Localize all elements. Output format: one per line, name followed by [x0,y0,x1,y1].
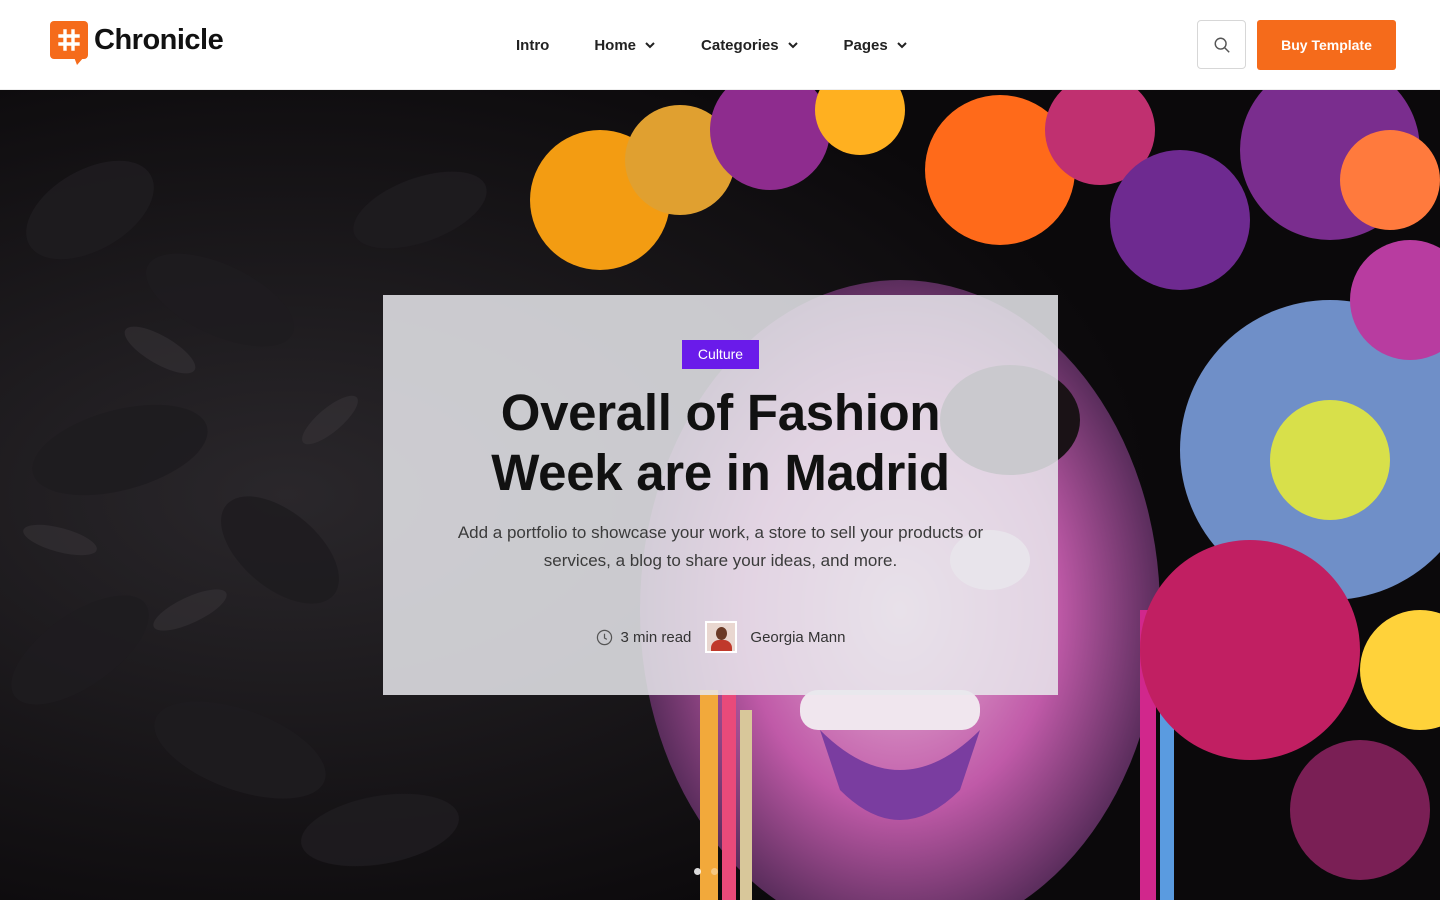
search-icon [1214,37,1230,53]
author-avatar [705,621,738,653]
brand-logo[interactable]: Chronicle [50,21,224,59]
main-nav: Intro Home Categories Pages [516,0,953,90]
slider-dot[interactable] [711,868,718,875]
nav-item-home[interactable]: Home [594,37,656,54]
featured-post-card: Culture Overall of Fashion Week are in M… [383,295,1058,695]
chevron-down-icon [897,42,907,49]
site-header: Chronicle Intro Home Categories Pages Bu… [0,0,1440,90]
clock-icon [596,629,612,645]
post-meta: 3 min read Georgia Mann [596,621,845,653]
post-excerpt: Add a portfolio to showcase your work, a… [457,523,984,570]
chevron-down-icon [787,42,798,49]
nav-item-label: Categories [701,36,779,54]
hero-slider: Culture Overall of Fashion Week are in M… [0,90,1440,900]
slider-pagination [694,868,718,875]
nav-item-label: Pages [843,36,888,54]
hashtag-logo-icon [50,21,88,59]
chevron-down-icon [645,42,655,49]
read-time-label: 3 min read [620,628,692,646]
nav-item-categories[interactable]: Categories [701,37,799,54]
read-time: 3 min read [596,628,692,646]
nav-item-pages[interactable]: Pages [844,37,908,54]
slider-dot[interactable] [694,868,701,875]
search-button[interactable] [1197,20,1246,69]
buy-template-button[interactable]: Buy Template [1257,20,1396,70]
brand-name: Chronicle [94,23,224,56]
nav-item-label: Intro [516,36,550,54]
category-badge[interactable]: Culture [681,340,760,369]
nav-item-intro[interactable]: Intro [516,37,549,54]
author-name: Georgia Mann [750,628,846,646]
post-title[interactable]: Overall of Fashion Week are in Madrid [441,383,1001,503]
nav-item-label: Home [594,36,637,54]
post-author[interactable]: Georgia Mann [705,621,845,653]
